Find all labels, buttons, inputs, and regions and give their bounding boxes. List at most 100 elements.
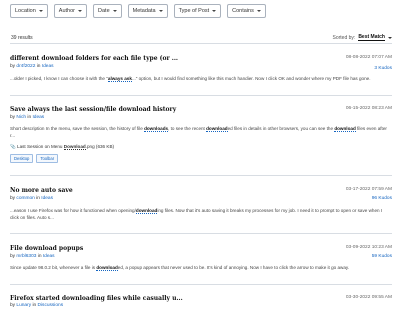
author-link[interactable]: common [16, 196, 34, 201]
filter-label: Author [58, 8, 76, 14]
author-link[interactable]: Nich [16, 115, 26, 120]
attachment-link[interactable]: 📎 Last Session on Menu Download.png (636… [10, 144, 392, 151]
sort-value[interactable]: Best Match [358, 34, 385, 41]
filter-type-of-post-dropdown[interactable]: Type of Post [173, 4, 222, 18]
by-label: by [10, 64, 16, 69]
title-text: File [10, 245, 25, 252]
filter-author-dropdown[interactable]: Author [53, 4, 88, 18]
paperclip-icon: 📎 [10, 144, 16, 150]
by-label: by [10, 254, 16, 259]
result-title-link[interactable]: File download popups [10, 245, 392, 252]
snippet-highlight: always ask [107, 76, 132, 82]
result-title-link[interactable]: Save always the last session/file downlo… [10, 106, 392, 113]
result-title-link[interactable]: different download folders for each file… [10, 55, 392, 62]
title-text: history [150, 106, 177, 113]
title-text: No more auto save [10, 187, 73, 194]
board-link[interactable]: Ideas [41, 196, 53, 201]
title-text: different [10, 55, 42, 62]
result-title-link[interactable]: No more auto save [10, 187, 392, 194]
snippet-text: , to see the recent [168, 126, 207, 131]
title-highlight: download [41, 55, 74, 62]
title-text: Save always the last session/file [10, 106, 119, 113]
result-snippet: Short description In the menu, save the … [10, 126, 392, 139]
in-label: in [37, 254, 42, 259]
snippet-text: Since update 98.0.2 bit, whenever a file… [10, 265, 97, 270]
result-meta: by Lunary in Discussions [10, 303, 392, 308]
result-snippet: ...older I picked, I know I can choose i… [10, 76, 392, 83]
result-date: 06-15-2022 08:23 AM [345, 106, 392, 111]
divider [10, 284, 392, 285]
in-label: in [36, 64, 41, 69]
board-link[interactable]: Ideas [32, 115, 44, 120]
title-highlight: download [24, 245, 57, 252]
divider [10, 43, 392, 44]
filter-label: Location [15, 8, 36, 14]
result-date: 03-09-2022 10:23 AM [345, 245, 392, 250]
snippet-text: ..." option, but I would find something … [131, 76, 371, 81]
tag-desktop[interactable]: Desktop [10, 154, 34, 164]
snippet-text: ...eason I use Firefox was for how it fu… [10, 208, 136, 213]
sort-label: Sorted by: [332, 34, 356, 41]
filter-location-dropdown[interactable]: Location [10, 4, 48, 18]
author-link[interactable]: mrbl6303 [16, 254, 36, 259]
snippet-highlight: download [206, 126, 228, 132]
caret-down-icon [112, 10, 117, 12]
kudos-count[interactable]: 96 Kudos [372, 196, 392, 201]
caret-down-icon [212, 10, 217, 12]
caret-down-icon [38, 10, 43, 12]
result-date: 08-08-2022 07:07 AM [345, 55, 392, 60]
title-highlight: downloading [61, 295, 105, 302]
board-link[interactable]: Discussions [38, 303, 64, 308]
result-title-link[interactable]: Firefox started downloading files while … [10, 295, 392, 302]
title-text: files while casually u... [104, 295, 183, 302]
kudos-count[interactable]: 3 Kudos [374, 66, 392, 71]
snippet-highlight: download [96, 265, 118, 271]
search-result: different download folders for each file… [10, 55, 392, 83]
snippet-text: ...older I picked, I know I can choose i… [10, 76, 108, 81]
divider [10, 95, 392, 96]
snippet-highlight: downloads [144, 126, 169, 132]
result-snippet: ...eason I use Firefox was for how it fu… [10, 208, 392, 221]
search-result: File download popups 03-09-2022 10:23 AM… [10, 245, 392, 272]
divider [10, 233, 392, 234]
results-count: 39 results [11, 35, 33, 41]
author-link[interactable]: dr4f2022 [16, 64, 35, 69]
author-link[interactable]: Lunary [16, 303, 31, 308]
filter-label: Contains [232, 8, 254, 14]
search-result: Save always the last session/file downlo… [10, 106, 392, 164]
attachment-text: .png (636 KB) [85, 144, 115, 150]
caret-down-icon [388, 36, 392, 39]
result-date: 03-17-2022 07:59 AM [345, 187, 392, 192]
filter-date-dropdown[interactable]: Date [93, 4, 122, 18]
filter-bar: Location Author Date Metadata Type of Po… [10, 4, 266, 18]
result-meta: by dr4f2022 in Ideas [10, 64, 392, 69]
caret-down-icon [158, 10, 163, 12]
by-label: by [10, 196, 16, 201]
filter-contains-dropdown[interactable]: Contains [227, 4, 266, 18]
sort-control[interactable]: Sorted by: Best Match [333, 34, 392, 41]
title-highlight: download [118, 106, 151, 113]
result-meta: by Nich in Ideas [10, 115, 392, 120]
tag-list: Desktop Toolbar [10, 154, 392, 164]
attachment-highlight: Download [63, 144, 86, 151]
kudos-count[interactable]: 59 Kudos [372, 254, 392, 259]
result-date: 03-30-2022 09:55 AM [345, 295, 392, 300]
title-text: Firefox started [10, 295, 62, 302]
snippet-text: ed, a popup appears that never used to b… [117, 265, 350, 270]
search-result: No more auto save 03-17-2022 07:59 AM by… [10, 187, 392, 221]
by-label: by [10, 303, 16, 308]
in-label: in [27, 115, 32, 120]
caret-down-icon [78, 10, 83, 12]
snippet-highlight: download [135, 208, 158, 214]
board-link[interactable]: Ideas [42, 64, 54, 69]
snippet-highlight: download [334, 126, 356, 132]
board-link[interactable]: Ideas [43, 254, 55, 259]
by-label: by [10, 115, 16, 120]
caret-down-icon [256, 10, 261, 12]
tag-toolbar[interactable]: Toolbar [36, 154, 59, 164]
filter-metadata-dropdown[interactable]: Metadata [127, 4, 168, 18]
filter-label: Metadata [132, 8, 156, 14]
result-meta: by common in Ideas [10, 196, 392, 201]
filter-label: Type of Post [178, 8, 210, 14]
snippet-text: ed files in details in other browsers, y… [227, 126, 335, 131]
